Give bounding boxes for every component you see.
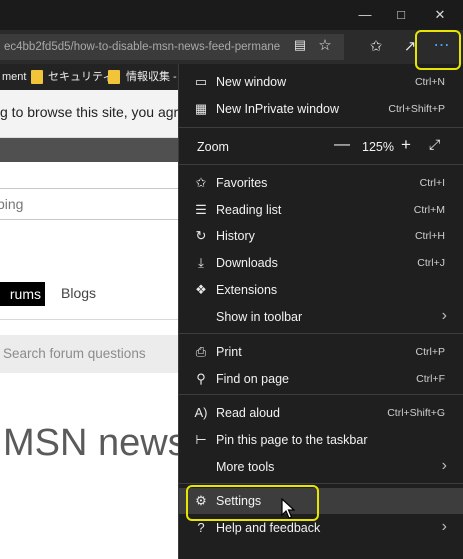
help-icon: ? bbox=[197, 520, 205, 535]
menu-item-label: Pin this page to the taskbar bbox=[216, 433, 368, 447]
chevron-right-icon: › bbox=[441, 457, 447, 474]
shortcut-label: Ctrl+Shift+P bbox=[388, 103, 445, 115]
menu-item-label: Find on page bbox=[216, 372, 289, 386]
menu-item-read-aloud[interactable]: A) Read aloud Ctrl+Shift+G bbox=[179, 400, 463, 426]
shortcut-label: Ctrl+M bbox=[413, 204, 445, 216]
chevron-right-icon: › bbox=[441, 518, 447, 535]
printer-icon: ⎙ bbox=[195, 344, 207, 359]
download-icon: ⤓ bbox=[198, 255, 204, 270]
mouse-cursor-icon bbox=[281, 498, 295, 519]
menu-item-label: Downloads bbox=[216, 256, 278, 270]
menu-item-reading-list[interactable]: ☰ Reading list Ctrl+M bbox=[179, 197, 463, 223]
menu-item-find-on-page[interactable]: ⚲ Find on page Ctrl+F bbox=[179, 366, 463, 392]
menu-item-print[interactable]: ⎙ Print Ctrl+P bbox=[179, 339, 463, 365]
reading-view-icon[interactable]: ▤ bbox=[291, 37, 309, 57]
shortcut-label: Ctrl+P bbox=[415, 346, 445, 358]
search-icon: ⚲ bbox=[196, 371, 206, 386]
history-icon: ↻ bbox=[195, 228, 207, 243]
zoom-label: Zoom bbox=[197, 140, 229, 154]
reading-list-icon: ☰ bbox=[195, 202, 207, 217]
shortcut-label: Ctrl+N bbox=[414, 76, 445, 88]
menu-item-pin-taskbar[interactable]: ⊢ Pin this page to the taskbar bbox=[179, 427, 463, 453]
title-bar: — □ ✕ bbox=[0, 0, 463, 30]
close-icon[interactable]: ✕ bbox=[422, 0, 458, 30]
menu-item-more-tools[interactable]: More tools › bbox=[179, 454, 463, 480]
favorite-folder-security[interactable]: セキュリティ bbox=[48, 64, 113, 90]
minimize-icon[interactable]: — bbox=[347, 0, 383, 30]
favorites-list-icon: ✩ bbox=[195, 175, 207, 190]
menu-separator bbox=[179, 483, 463, 484]
menu-item-label: New InPrivate window bbox=[216, 102, 339, 116]
inprivate-icon: ▦ bbox=[194, 101, 208, 116]
favorite-folder-info[interactable]: 情報収集 - bbox=[126, 64, 177, 90]
zoom-out-button[interactable]: — bbox=[334, 136, 350, 154]
forum-search-placeholder: Search forum questions bbox=[3, 346, 146, 361]
highlight-more-button bbox=[415, 30, 461, 70]
menu-item-label: Help and feedback bbox=[216, 521, 321, 535]
menu-item-label: Print bbox=[216, 345, 242, 359]
menu-item-show-in-toolbar[interactable]: Show in toolbar › bbox=[179, 304, 463, 330]
address-field[interactable]: ec4bb2fd5d5/how-to-disable-msn-news-feed… bbox=[0, 34, 344, 60]
menu-item-label: More tools bbox=[216, 460, 275, 474]
menu-separator bbox=[179, 333, 463, 334]
fullscreen-icon[interactable]: ⤢ bbox=[429, 136, 440, 153]
menu-separator bbox=[179, 164, 463, 165]
menu-item-label: Read aloud bbox=[216, 406, 280, 420]
menu-item-extensions[interactable]: ❖ Extensions bbox=[179, 277, 463, 303]
shortcut-label: Ctrl+I bbox=[419, 177, 445, 189]
highlight-settings bbox=[186, 485, 319, 521]
menu-item-downloads[interactable]: ⤓ Downloads Ctrl+J bbox=[179, 250, 463, 276]
menu-item-label: Favorites bbox=[216, 176, 268, 190]
shortcut-label: Ctrl+J bbox=[417, 257, 445, 269]
chevron-right-icon: › bbox=[441, 307, 447, 324]
menu-separator bbox=[179, 127, 463, 128]
menu-item-favorites[interactable]: ✩ Favorites Ctrl+I bbox=[179, 170, 463, 196]
puzzle-icon: ❖ bbox=[195, 282, 207, 297]
favorite-link[interactable]: ment bbox=[2, 64, 26, 90]
menu-item-inprivate[interactable]: ▦ New InPrivate window Ctrl+Shift+P bbox=[179, 96, 463, 122]
folder-icon bbox=[108, 70, 120, 84]
forum-search-input[interactable]: Search forum questions bbox=[0, 335, 200, 373]
cookie-notice-text: g to browse this site, you agr bbox=[0, 104, 179, 120]
menu-item-label: Extensions bbox=[216, 283, 278, 297]
tab-forums[interactable]: rums bbox=[0, 282, 45, 306]
menu-item-label: History bbox=[216, 229, 255, 243]
read-aloud-icon: A) bbox=[194, 405, 208, 420]
zoom-value: 125% bbox=[362, 140, 394, 154]
url-text[interactable]: ec4bb2fd5d5/how-to-disable-msn-news-feed… bbox=[4, 34, 284, 60]
bing-search-text: bing bbox=[0, 196, 24, 212]
favorite-star-icon[interactable]: ☆ bbox=[316, 36, 334, 56]
address-toolbar: ec4bb2fd5d5/how-to-disable-msn-news-feed… bbox=[0, 30, 463, 64]
menu-item-label: New window bbox=[216, 75, 287, 89]
favorites-hub-icon[interactable]: ✩ bbox=[366, 37, 386, 57]
tab-blogs[interactable]: Blogs bbox=[61, 285, 96, 301]
bing-search-input[interactable]: bing bbox=[0, 188, 196, 220]
shortcut-label: Ctrl+H bbox=[414, 230, 445, 242]
menu-item-new-window[interactable]: ▭ New window Ctrl+N bbox=[179, 69, 463, 95]
menu-separator bbox=[179, 394, 463, 395]
menu-item-history[interactable]: ↻ History Ctrl+H bbox=[179, 223, 463, 249]
shortcut-label: Ctrl+F bbox=[416, 373, 445, 385]
article-title: MSN news bbox=[3, 422, 187, 464]
menu-item-label: Reading list bbox=[216, 203, 282, 217]
zoom-in-button[interactable]: + bbox=[401, 135, 411, 155]
folder-icon bbox=[31, 70, 43, 84]
maximize-icon[interactable]: □ bbox=[383, 0, 419, 30]
shortcut-label: Ctrl+Shift+G bbox=[387, 407, 445, 419]
menu-item-label: Show in toolbar bbox=[216, 310, 303, 324]
window-icon: ▭ bbox=[194, 74, 208, 89]
pin-icon: ⊢ bbox=[195, 432, 207, 447]
